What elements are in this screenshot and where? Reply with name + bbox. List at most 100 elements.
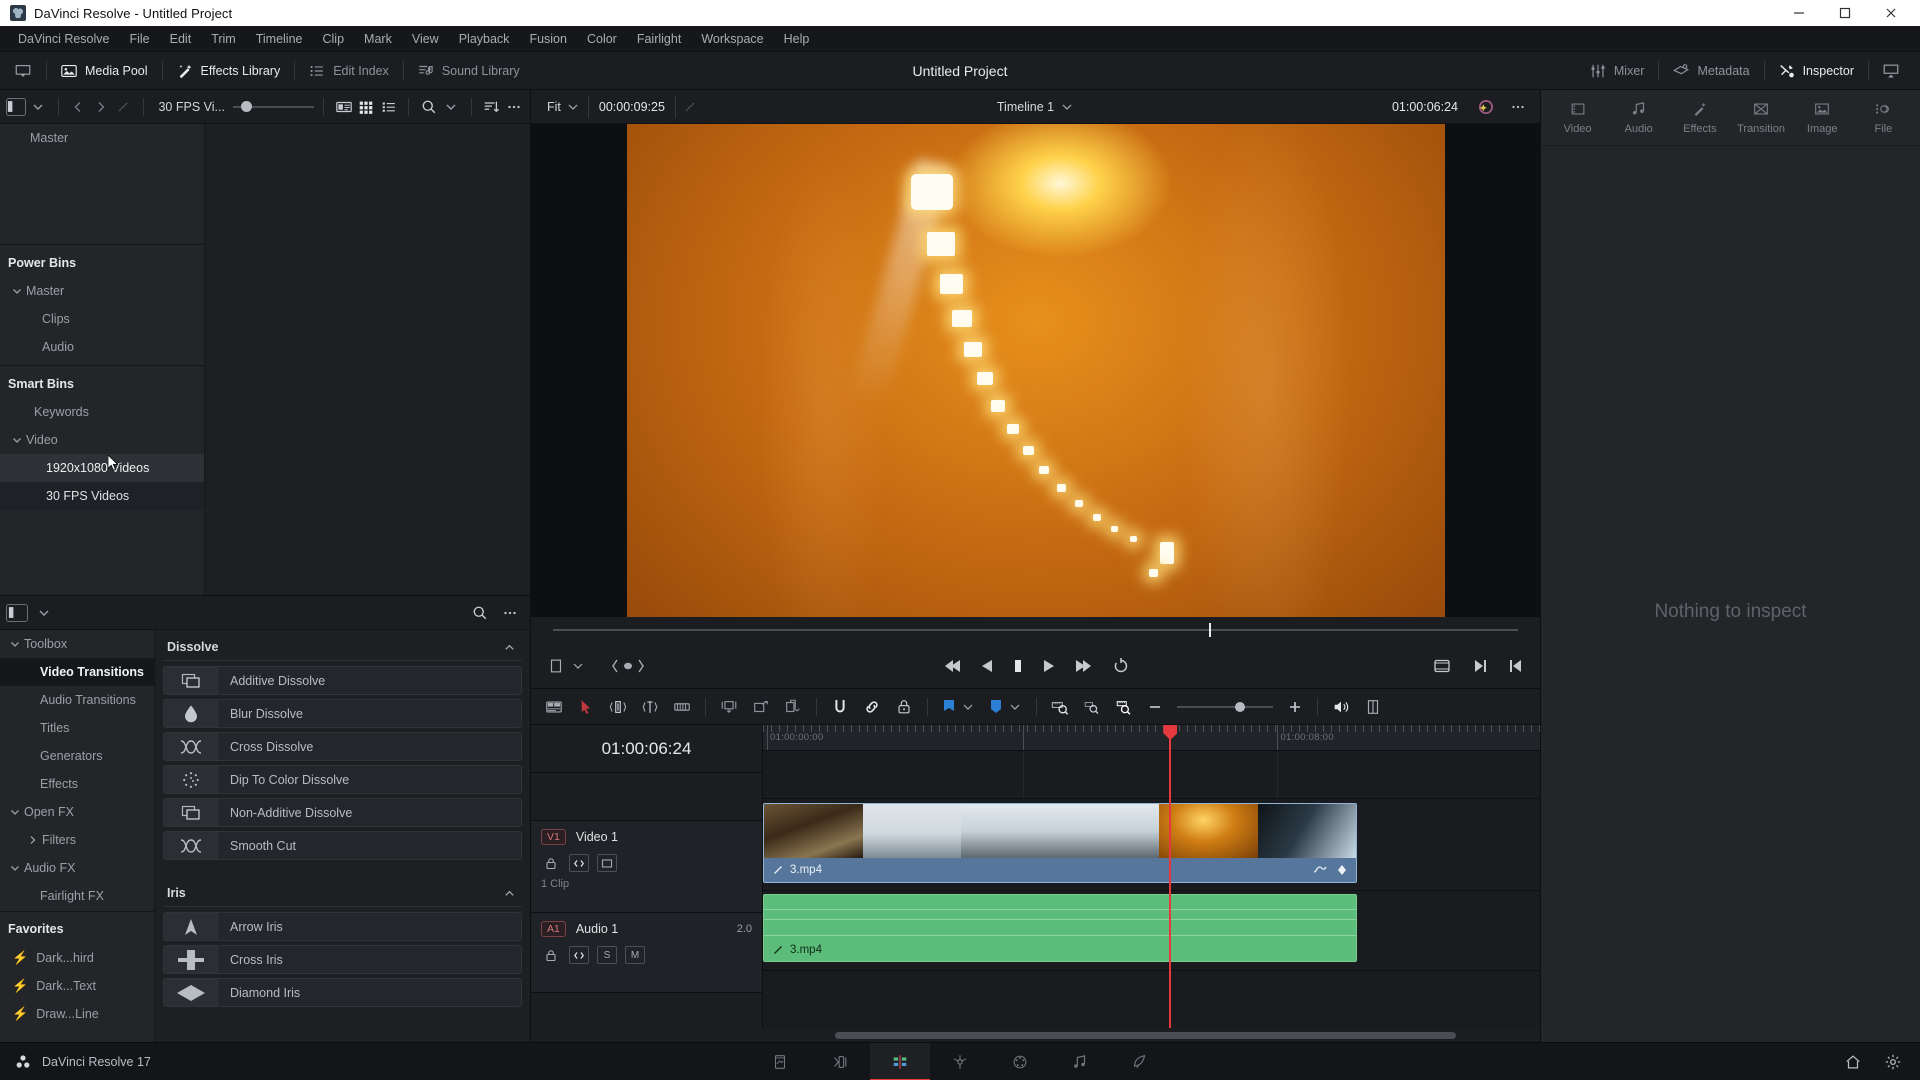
- chevron-down-icon[interactable]: [6, 637, 24, 651]
- smart-bin-1920x1080-videos[interactable]: 1920x1080 Videos: [0, 454, 204, 482]
- mixer-button[interactable]: Mixer: [1575, 52, 1659, 89]
- tab-file[interactable]: File: [1855, 100, 1911, 135]
- viewer-more-options-icon[interactable]: [1504, 95, 1532, 119]
- timeline-ruler[interactable]: 01:00:00:00 01:00:08:00: [763, 725, 1540, 751]
- track-gain-a1[interactable]: 2.0: [737, 923, 752, 935]
- chevron-down-icon[interactable]: [8, 284, 26, 298]
- efx-cat-filters[interactable]: Filters: [0, 826, 154, 854]
- menu-item-mark[interactable]: Mark: [354, 26, 402, 52]
- transition-diamond-iris[interactable]: Diamond Iris: [163, 978, 522, 1007]
- more-options-icon[interactable]: [503, 95, 524, 119]
- transition-dip-to-color-dissolve[interactable]: Dip To Color Dissolve: [163, 765, 522, 794]
- menu-item-clip[interactable]: Clip: [313, 26, 355, 52]
- menu-item-fusion[interactable]: Fusion: [519, 26, 577, 52]
- scrub-track[interactable]: [553, 623, 1518, 637]
- flag-dropdown[interactable]: [942, 699, 975, 715]
- tab-effects[interactable]: Effects: [1672, 100, 1728, 135]
- power-bin-master[interactable]: Master: [0, 277, 204, 305]
- timeline-layout-icon[interactable]: [1364, 698, 1382, 716]
- efx-sidebar-toggle-icon[interactable]: [6, 603, 28, 622]
- power-bin-clips[interactable]: Clips: [0, 305, 204, 333]
- menu-item-view[interactable]: View: [402, 26, 449, 52]
- linked-selection-icon[interactable]: [863, 698, 881, 716]
- edit-index-button[interactable]: Edit Index: [294, 52, 403, 89]
- power-bin-audio[interactable]: Audio: [0, 333, 204, 361]
- scrollbar-thumb[interactable]: [835, 1031, 1456, 1039]
- menu-item-edit[interactable]: Edit: [160, 26, 202, 52]
- efx-cat-titles[interactable]: Titles: [0, 714, 154, 742]
- transition-non-additive-dissolve[interactable]: Non-Additive Dissolve: [163, 798, 522, 827]
- insert-clip-icon[interactable]: [720, 698, 738, 716]
- timeline-canvas[interactable]: 01:00:00:00 01:00:08:00 3.mp4 3.mp4: [763, 725, 1540, 1028]
- color-wheel-icon[interactable]: [1472, 95, 1500, 119]
- timeline-empty-lane[interactable]: [763, 751, 1540, 799]
- metadata-button[interactable]: Metadata: [1658, 52, 1763, 89]
- transition-blur-dissolve[interactable]: Blur Dissolve: [163, 699, 522, 728]
- match-frame-button[interactable]: [1432, 658, 1452, 674]
- efx-cat-generators[interactable]: Generators: [0, 742, 154, 770]
- efx-cat-toolbox[interactable]: Toolbox: [0, 630, 154, 658]
- lock-icon[interactable]: [541, 854, 561, 872]
- chevron-down-icon[interactable]: [28, 95, 49, 119]
- dynamic-trim-mode-icon[interactable]: [641, 698, 659, 716]
- mark-out-button[interactable]: [1472, 658, 1488, 674]
- track-lane-v1[interactable]: 3.mp4: [763, 799, 1540, 891]
- favorite-item-2[interactable]: ⚡ Dark...Text: [0, 972, 154, 1000]
- nav-back-icon[interactable]: [67, 95, 88, 119]
- menu-item-davinci-resolve[interactable]: DaVinci Resolve: [8, 26, 119, 52]
- efx-cat-open-fx[interactable]: Open FX: [0, 798, 154, 826]
- chevron-down-icon[interactable]: [8, 433, 26, 447]
- group-header-iris[interactable]: Iris: [163, 864, 522, 906]
- timeline-clip-audio-1[interactable]: 3.mp4: [763, 894, 1358, 962]
- menu-item-fairlight[interactable]: Fairlight: [627, 26, 691, 52]
- effects-library-button[interactable]: Effects Library: [161, 52, 295, 89]
- collapse-chevron-up-icon[interactable]: [503, 641, 516, 654]
- track-name-a1[interactable]: Audio 1: [576, 922, 618, 936]
- keyframe-nav-control[interactable]: [611, 658, 645, 674]
- close-button[interactable]: [1868, 0, 1914, 26]
- razor-tool-icon[interactable]: [673, 698, 691, 716]
- selection-tool-icon[interactable]: [577, 698, 595, 716]
- chevron-down-icon[interactable]: [6, 861, 24, 875]
- transition-arrow-iris[interactable]: Arrow Iris: [163, 912, 522, 941]
- transition-smooth-cut[interactable]: Smooth Cut: [163, 831, 522, 860]
- thumbnail-size-slider[interactable]: [232, 95, 315, 119]
- flag-lock-icon[interactable]: [895, 698, 913, 716]
- media-pool-clip-area[interactable]: [205, 124, 530, 595]
- efx-cat-effects[interactable]: Effects: [0, 770, 154, 798]
- smart-bin-30-fps-videos[interactable]: 30 FPS Videos: [0, 482, 204, 510]
- transition-additive-dissolve[interactable]: Additive Dissolve: [163, 666, 522, 695]
- play-reverse-button[interactable]: [980, 658, 994, 674]
- viewer-layout-button[interactable]: [0, 52, 46, 89]
- minimize-button[interactable]: [1776, 0, 1822, 26]
- track-name-v1[interactable]: Video 1: [576, 830, 618, 844]
- menu-item-color[interactable]: Color: [577, 26, 627, 52]
- transition-cross-iris[interactable]: Cross Iris: [163, 945, 522, 974]
- page-cut[interactable]: [810, 1043, 870, 1080]
- bin-filter-label[interactable]: 30 FPS Vi...: [152, 100, 230, 114]
- efx-search-icon[interactable]: [466, 601, 494, 625]
- video-preview[interactable]: [626, 124, 1445, 617]
- viewer-expand-button[interactable]: [1868, 52, 1914, 89]
- favorite-item-1[interactable]: ⚡ Dark...hird: [0, 944, 154, 972]
- track-lane-a1[interactable]: 3.mp4: [763, 891, 1540, 971]
- media-pool-button[interactable]: Media Pool: [46, 52, 162, 89]
- viewer-link-icon[interactable]: [676, 95, 704, 119]
- sound-library-button[interactable]: Sound Library: [402, 52, 534, 89]
- tab-video[interactable]: Video: [1550, 100, 1606, 135]
- viewer-mode-dropdown[interactable]: [547, 657, 585, 675]
- timeline-playhead[interactable]: [1163, 725, 1178, 1028]
- zoom-to-fit-icon[interactable]: [1051, 698, 1069, 716]
- snapping-icon[interactable]: [831, 698, 849, 716]
- overwrite-clip-icon[interactable]: [752, 698, 770, 716]
- page-media[interactable]: [750, 1043, 810, 1080]
- timeline-zoom-slider[interactable]: [1177, 698, 1273, 716]
- efx-chevron-down-icon[interactable]: [30, 601, 58, 625]
- viewer-timecode[interactable]: 00:00:09:25: [587, 95, 676, 118]
- scrub-playhead[interactable]: [1209, 623, 1212, 637]
- smart-bin-video[interactable]: Video: [0, 426, 204, 454]
- menu-item-help[interactable]: Help: [774, 26, 820, 52]
- favorite-item-3[interactable]: ⚡ Draw...Line: [0, 1000, 154, 1028]
- nav-forward-icon[interactable]: [90, 95, 111, 119]
- zoom-in-button[interactable]: [1287, 699, 1303, 715]
